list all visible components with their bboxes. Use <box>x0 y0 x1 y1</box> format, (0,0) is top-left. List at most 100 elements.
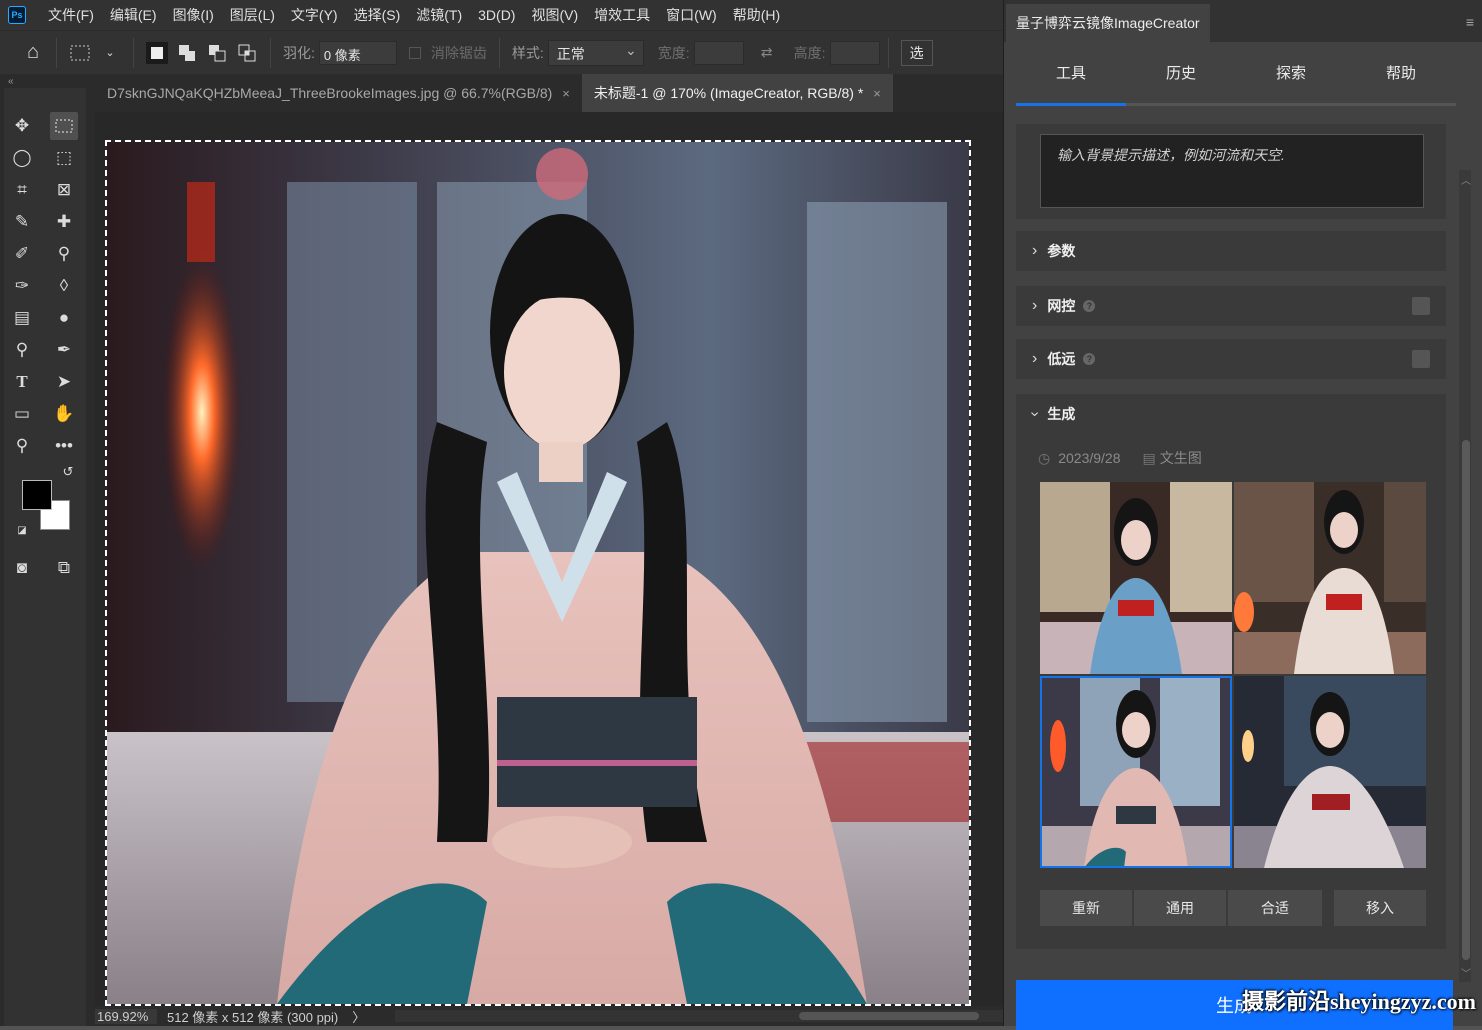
gradient-tool-icon[interactable]: ▤ <box>8 304 36 332</box>
eyedropper-tool-icon[interactable]: ✎ <box>8 208 36 236</box>
menu-select[interactable]: 选择(S) <box>346 0 409 30</box>
move-tool-icon[interactable]: ✥ <box>8 112 36 140</box>
width-input[interactable] <box>693 40 744 65</box>
lowres-section[interactable]: › 低远 ? <box>1016 339 1446 379</box>
divider <box>56 37 57 68</box>
zoom-level[interactable]: 169.92% <box>95 1008 157 1024</box>
section-title: 参数 <box>1047 243 1076 259</box>
result-thumbnail-1[interactable] <box>1040 482 1232 674</box>
scroll-up-icon[interactable]: ︿ <box>1461 172 1471 187</box>
panel-menu-icon[interactable]: ≡ <box>1466 14 1474 30</box>
healing-brush-icon[interactable]: ✚ <box>50 208 78 236</box>
scrollbar-thumb[interactable] <box>1462 440 1470 960</box>
lowres-toggle[interactable] <box>1412 350 1430 368</box>
menu-layer[interactable]: 图层(L) <box>222 0 283 30</box>
toolbox: « ✥ ◯ ⬚ ⌗ ⊠ ✎ ✚ ✐ ⚲ ✑ ◊ ▤ ● ⚲ ✒ T ➤ ▭ ✋ … <box>0 74 95 1026</box>
zoom-tool-icon[interactable]: ⚲ <box>8 432 36 460</box>
screen-mode-icon[interactable]: ⧉ <box>50 554 78 582</box>
menu-plugins[interactable]: 增效工具 <box>586 0 658 30</box>
panel-title-tab[interactable]: 量子博弈云镜像ImageCreator <box>1006 4 1210 42</box>
menu-edit[interactable]: 编辑(E) <box>102 0 165 30</box>
menu-file[interactable]: 文件(F) <box>40 0 102 30</box>
doc-tab-title: D7sknGJNQaKQHZbMeeaJ_ThreeBrookeImages.j… <box>107 85 553 101</box>
history-brush-icon[interactable]: ✑ <box>8 272 36 300</box>
chevron-right-icon: › <box>1032 242 1038 259</box>
new-selection-icon[interactable] <box>146 41 168 64</box>
type-tool-icon[interactable]: T <box>8 368 36 396</box>
move-in-button[interactable]: 移入 <box>1334 890 1426 926</box>
menu-view[interactable]: 视图(V) <box>523 0 586 30</box>
lasso-tool-icon[interactable]: ◯ <box>8 144 36 172</box>
swap-icon[interactable]: ⇄ <box>756 42 778 64</box>
stamp-tool-icon[interactable]: ⚲ <box>50 240 78 268</box>
rectangle-tool-icon[interactable]: ▭ <box>8 400 36 428</box>
feather-input[interactable]: 0 像素 <box>318 40 397 65</box>
params-section[interactable]: › 参数 <box>1016 231 1446 271</box>
menu-filter[interactable]: 滤镜(T) <box>408 0 470 30</box>
prompt-input[interactable]: 输入背景提示描述，例如河流和天空. <box>1040 134 1424 208</box>
menu-type[interactable]: 文字(Y) <box>283 0 346 30</box>
canvas-image[interactable] <box>105 140 971 1006</box>
collapse-icon[interactable]: « <box>8 76 14 87</box>
crop-tool-icon[interactable]: ⌗ <box>8 176 36 204</box>
result-thumbnail-2[interactable] <box>1234 482 1426 674</box>
panel-scrollbar[interactable]: ︿ ﹀ <box>1459 170 1471 982</box>
brush-tool-icon[interactable]: ✐ <box>8 240 36 268</box>
menu-help[interactable]: 帮助(H) <box>725 0 788 30</box>
generate-section-header[interactable]: › 生成 <box>1016 394 1446 434</box>
menu-window[interactable]: 窗口(W) <box>658 0 725 30</box>
home-icon[interactable]: ⌂ <box>22 41 44 64</box>
intersect-selection-icon[interactable] <box>236 42 258 64</box>
help-icon[interactable]: ? <box>1083 300 1096 312</box>
help-icon[interactable]: ? <box>1083 353 1096 365</box>
add-selection-icon[interactable] <box>176 42 198 64</box>
result-thumbnail-4[interactable] <box>1234 676 1426 868</box>
watermark: 摄影前沿sheyingzyz.com <box>1241 989 1476 1014</box>
netcontrol-section[interactable]: › 网控 ? <box>1016 286 1446 326</box>
thumbnail-image <box>1040 676 1232 868</box>
chevron-down-icon[interactable]: ⌄ <box>99 42 121 64</box>
default-colors-icon[interactable]: ◪ <box>8 516 36 544</box>
menu-3d[interactable]: 3D(D) <box>470 0 523 30</box>
generic-button[interactable]: 通用 <box>1134 890 1226 926</box>
doc-tab-2[interactable]: 未标题-1 @ 170% (ImageCreator, RGB/8) * × <box>581 74 893 112</box>
scroll-down-icon[interactable]: ﹀ <box>1461 965 1471 980</box>
doc-tab-1[interactable]: D7sknGJNQaKQHZbMeeaJ_ThreeBrookeImages.j… <box>95 74 582 112</box>
tab-history[interactable]: 历史 <box>1126 58 1236 103</box>
regenerate-button[interactable]: 重新 <box>1040 890 1132 926</box>
object-select-icon[interactable]: ⬚ <box>50 144 78 172</box>
marquee-tool-icon[interactable] <box>50 112 78 140</box>
horizontal-scrollbar[interactable] <box>395 1010 1003 1022</box>
height-input[interactable] <box>829 40 880 65</box>
antialias-checkbox[interactable] <box>408 46 421 59</box>
chevron-right-icon[interactable]: 〉 <box>352 1007 365 1026</box>
result-thumbnail-3[interactable] <box>1040 676 1232 868</box>
tab-explore[interactable]: 探索 <box>1236 58 1346 103</box>
more-tools-icon[interactable]: ••• <box>50 432 78 460</box>
dodge-tool-icon[interactable]: ⚲ <box>8 336 36 364</box>
pen-tool-icon[interactable]: ✒ <box>50 336 78 364</box>
photoshop-logo-icon: Ps <box>8 6 26 24</box>
hand-tool-icon[interactable]: ✋ <box>50 400 78 428</box>
blur-tool-icon[interactable]: ● <box>50 304 78 332</box>
close-icon[interactable]: × <box>873 86 881 101</box>
menu-image[interactable]: 图像(I) <box>165 0 222 30</box>
style-select[interactable]: 正常 <box>547 39 644 66</box>
scrollbar-thumb[interactable] <box>799 1012 979 1020</box>
frame-tool-icon[interactable]: ⊠ <box>50 176 78 204</box>
netcontrol-toggle[interactable] <box>1412 297 1430 315</box>
path-select-icon[interactable]: ➤ <box>50 368 78 396</box>
swap-colors-icon[interactable]: ↺ <box>54 458 82 486</box>
fit-button[interactable]: 合适 <box>1228 890 1322 926</box>
close-icon[interactable]: × <box>562 86 570 101</box>
width-label: 宽度: <box>657 44 690 61</box>
subtract-selection-icon[interactable] <box>206 42 228 64</box>
canvas-area[interactable] <box>95 112 1003 1006</box>
tab-tools[interactable]: 工具 <box>1016 58 1126 106</box>
foreground-color-swatch[interactable] <box>22 480 52 510</box>
marquee-tool-preset-icon[interactable] <box>69 42 91 64</box>
tab-help[interactable]: 帮助 <box>1346 58 1456 103</box>
quick-mask-icon[interactable]: ◙ <box>8 554 36 582</box>
select-mask-button[interactable]: 选 <box>900 39 933 66</box>
eraser-tool-icon[interactable]: ◊ <box>50 272 78 300</box>
